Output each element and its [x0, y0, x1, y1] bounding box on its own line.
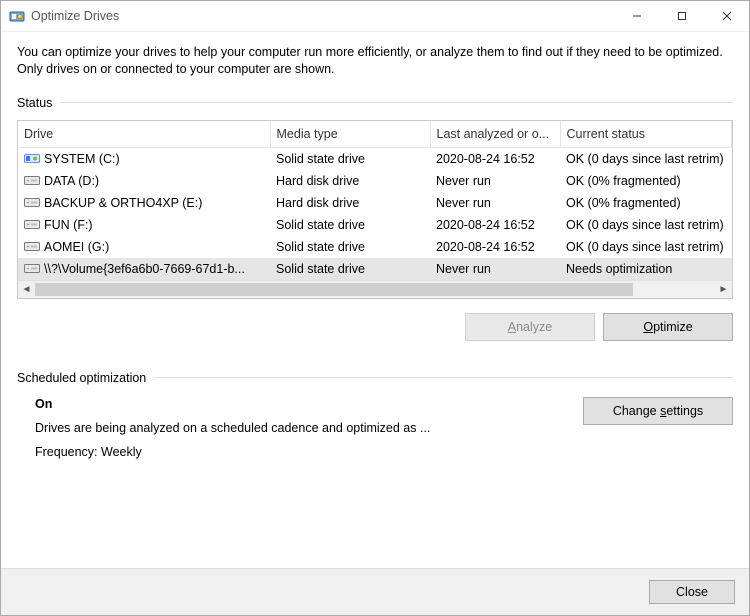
table-row[interactable]: BACKUP & ORTHO4XP (E:) Hard disk driveNev…	[18, 192, 732, 214]
drive-name: BACKUP & ORTHO4XP (E:)	[44, 196, 202, 210]
sched-label-text: Scheduled optimization	[17, 371, 146, 385]
close-window-button[interactable]	[704, 1, 749, 31]
analyze-button[interactable]: Analyze	[465, 313, 595, 341]
drive-cell: FUN (F:)	[18, 214, 270, 236]
divider	[60, 102, 733, 103]
sched-section-label: Scheduled optimization	[17, 371, 733, 385]
sched-on: On	[35, 397, 583, 411]
sched-desc: Drives are being analyzed on a scheduled…	[35, 421, 583, 435]
table-row[interactable]: DATA (D:) Hard disk driveNever runOK (0% …	[18, 170, 732, 192]
scroll-right-arrow[interactable]: ►	[715, 281, 732, 298]
col-last[interactable]: Last analyzed or o...	[430, 121, 560, 148]
intro-text: You can optimize your drives to help you…	[17, 44, 733, 78]
drive-name: \\?\Volume{3ef6a6b0-7669-67d1-b...	[44, 262, 245, 276]
last-analyzed-cell: Never run	[430, 258, 560, 280]
sched-freq: Frequency: Weekly	[35, 445, 583, 459]
media-type-cell: Solid state drive	[270, 214, 430, 236]
drive-cell: AOMEI (G:)	[18, 236, 270, 258]
drive-name: DATA (D:)	[44, 174, 99, 188]
drive-icon	[24, 197, 40, 208]
scroll-thumb[interactable]	[35, 283, 633, 296]
drive-icon	[24, 219, 40, 230]
last-analyzed-cell: 2020-08-24 16:52	[430, 236, 560, 258]
current-status-cell: OK (0% fragmented)	[560, 170, 732, 192]
current-status-cell: Needs optimization	[560, 258, 732, 280]
window-title: Optimize Drives	[31, 9, 119, 23]
media-type-cell: Solid state drive	[270, 147, 430, 170]
table-header-row: Drive Media type Last analyzed or o... C…	[18, 121, 732, 148]
col-status[interactable]: Current status	[560, 121, 732, 148]
app-icon	[9, 8, 25, 24]
action-button-row: Analyze Optimize	[17, 313, 733, 341]
media-type-cell: Solid state drive	[270, 236, 430, 258]
media-type-cell: Hard disk drive	[270, 192, 430, 214]
drive-cell: SYSTEM (C:)	[18, 148, 270, 170]
drives-table: Drive Media type Last analyzed or o... C…	[18, 121, 732, 280]
drive-icon	[24, 263, 40, 274]
optimize-button[interactable]: Optimize	[603, 313, 733, 341]
drive-cell: \\?\Volume{3ef6a6b0-7669-67d1-b...	[18, 258, 270, 280]
drives-table-wrap: Drive Media type Last analyzed or o... C…	[17, 120, 733, 299]
titlebar: Optimize Drives	[1, 1, 749, 32]
drive-cell: DATA (D:)	[18, 170, 270, 192]
col-media[interactable]: Media type	[270, 121, 430, 148]
current-status-cell: OK (0 days since last retrim)	[560, 214, 732, 236]
drive-icon	[24, 241, 40, 252]
system-drive-icon	[24, 153, 40, 164]
drive-name: AOMEI (G:)	[44, 240, 109, 254]
drive-cell: BACKUP & ORTHO4XP (E:)	[18, 192, 270, 214]
close-button[interactable]: Close	[649, 580, 735, 604]
bottom-bar: Close	[1, 568, 749, 615]
last-analyzed-cell: 2020-08-24 16:52	[430, 214, 560, 236]
last-analyzed-cell: Never run	[430, 170, 560, 192]
optimize-drives-window: Optimize Drives You can optimize your dr…	[0, 0, 750, 616]
drive-icon	[24, 175, 40, 186]
status-label-text: Status	[17, 96, 52, 110]
media-type-cell: Hard disk drive	[270, 170, 430, 192]
drive-name: FUN (F:)	[44, 218, 93, 232]
maximize-button[interactable]	[659, 1, 704, 31]
minimize-button[interactable]	[614, 1, 659, 31]
table-row[interactable]: FUN (F:) Solid state drive2020-08-24 16:5…	[18, 214, 732, 236]
table-row[interactable]: AOMEI (G:) Solid state drive2020-08-24 16…	[18, 236, 732, 258]
media-type-cell: Solid state drive	[270, 258, 430, 280]
divider	[154, 377, 733, 378]
change-settings-button[interactable]: Change settings	[583, 397, 733, 425]
table-row[interactable]: \\?\Volume{3ef6a6b0-7669-67d1-b... Solid …	[18, 258, 732, 280]
table-row[interactable]: SYSTEM (C:) Solid state drive2020-08-24 1…	[18, 147, 732, 170]
scroll-track[interactable]	[35, 281, 715, 298]
horizontal-scrollbar[interactable]: ◄ ►	[18, 280, 732, 298]
scheduled-optimization-section: Scheduled optimization On Drives are bei…	[17, 371, 733, 459]
col-drive[interactable]: Drive	[18, 121, 270, 148]
current-status-cell: OK (0 days since last retrim)	[560, 236, 732, 258]
status-section-label: Status	[17, 96, 733, 110]
current-status-cell: OK (0 days since last retrim)	[560, 147, 732, 170]
last-analyzed-cell: 2020-08-24 16:52	[430, 147, 560, 170]
drive-name: SYSTEM (C:)	[44, 152, 120, 166]
current-status-cell: OK (0% fragmented)	[560, 192, 732, 214]
scroll-left-arrow[interactable]: ◄	[18, 281, 35, 298]
last-analyzed-cell: Never run	[430, 192, 560, 214]
